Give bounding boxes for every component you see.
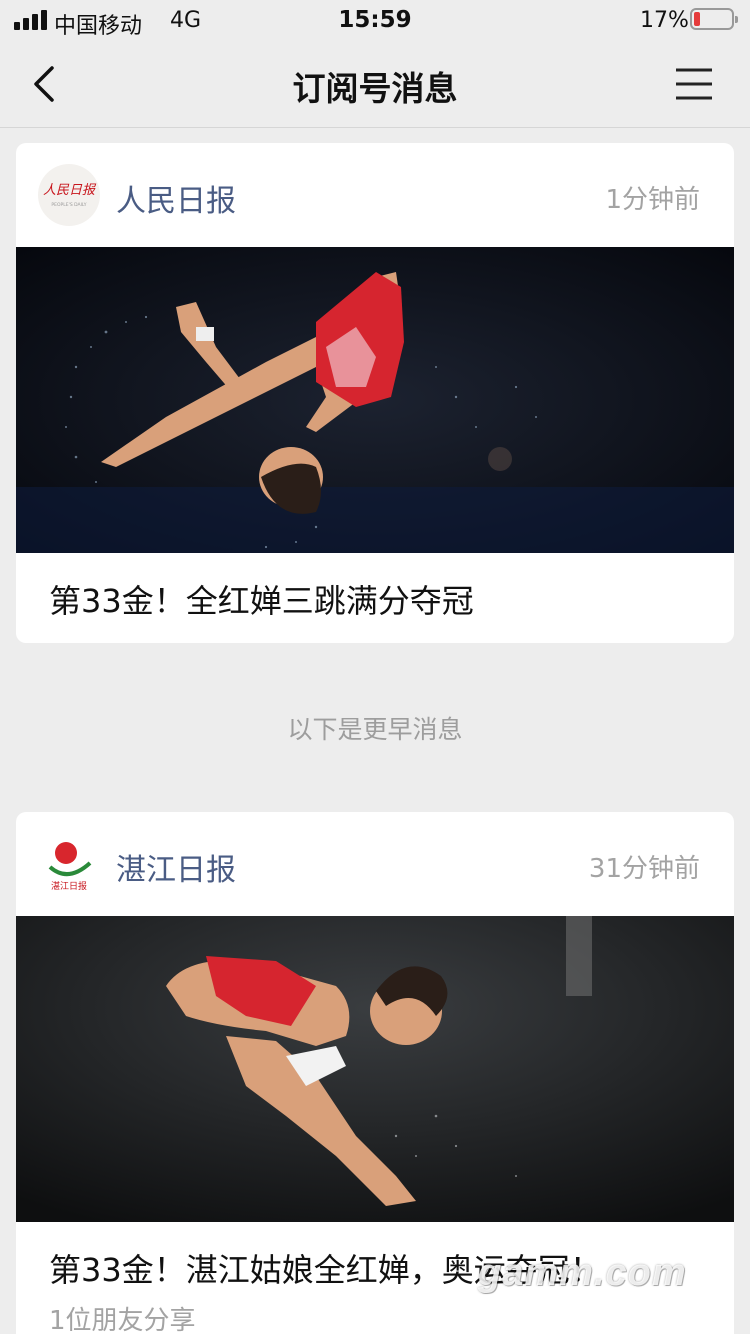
message-card[interactable]: 人民日报 PEOPLE'S DAILY 人民日报 1分钟前 第33金！全红婵三跳…: [16, 143, 734, 643]
page-title: 订阅号消息: [292, 69, 458, 108]
peoples-daily-logo[interactable]: 人民日报 PEOPLE'S DAILY: [38, 164, 100, 226]
timestamp: 31分钟前: [588, 854, 700, 884]
nav-bar: 订阅号消息: [0, 42, 750, 128]
status-bar: 中国移动 4G 15:59 17%: [0, 0, 750, 42]
logo-text: 湛江日报: [51, 880, 87, 892]
friend-share-count: 1位朋友分享: [49, 1306, 196, 1334]
headline[interactable]: 第33金！全红婵三跳满分夺冠: [49, 576, 474, 622]
card-header[interactable]: 湛江日报 湛江日报 31分钟前: [16, 812, 734, 916]
source-name[interactable]: 湛江日报: [116, 845, 236, 889]
source-name[interactable]: 人民日报: [116, 176, 236, 220]
logo-text: 人民日报: [43, 183, 97, 198]
timestamp: 1分钟前: [605, 185, 700, 215]
hamburger-menu-icon[interactable]: [672, 64, 716, 104]
battery-percent: 17%: [640, 8, 689, 33]
card-header[interactable]: 人民日报 PEOPLE'S DAILY 人民日报 1分钟前: [16, 143, 734, 247]
earlier-messages-divider: 以下是更早消息: [287, 715, 463, 744]
diver-tuck-photo[interactable]: [16, 916, 734, 1222]
watermark: gamm.com: [478, 1252, 687, 1294]
zhanjiang-daily-logo[interactable]: 湛江日报: [38, 833, 100, 895]
logo-subtext: PEOPLE'S DAILY: [51, 202, 86, 208]
clock: 15:59: [338, 7, 412, 33]
diver-midair-photo[interactable]: [16, 247, 734, 553]
battery-icon: [690, 8, 738, 30]
battery-level-fill: [694, 12, 700, 26]
chevron-left-icon[interactable]: [26, 62, 66, 106]
